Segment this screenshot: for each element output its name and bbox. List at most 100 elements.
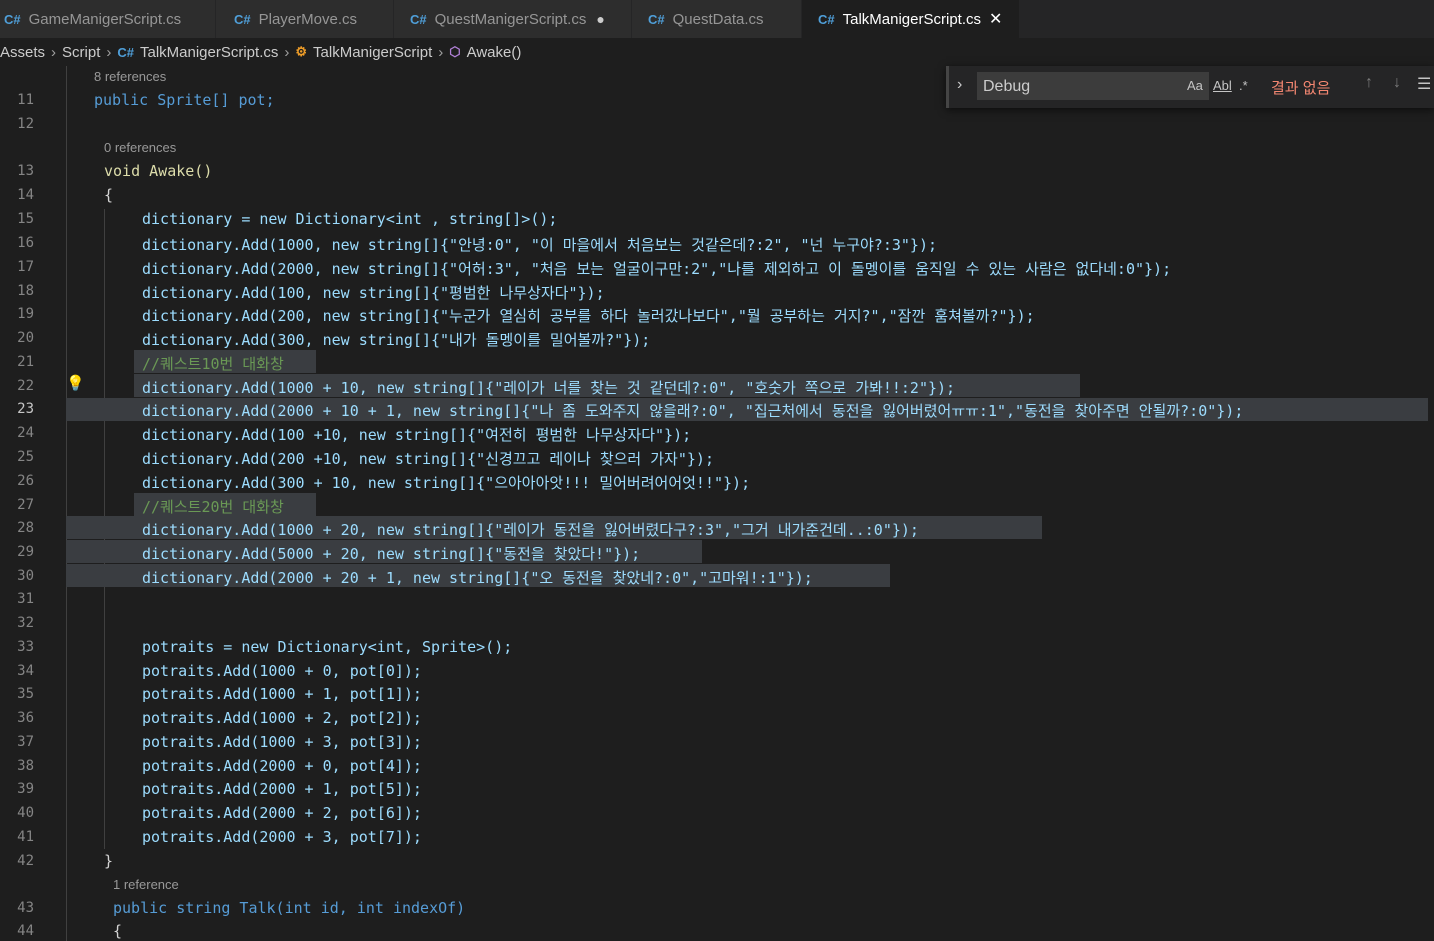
code-line[interactable]: dictionary.Add(1000 + 10, new string[]{"… (142, 377, 955, 398)
code-comment[interactable]: //퀘스트20번 대화창 (142, 496, 284, 517)
code-line[interactable]: void Awake() (104, 162, 212, 180)
breadcrumb-item-file[interactable]: TalkManigerScript.cs (140, 44, 278, 61)
code-line[interactable]: potraits.Add(2000 + 1, pot[5]); (142, 780, 422, 798)
arrow-up-icon[interactable]: ↑ (1365, 74, 1373, 92)
find-widget: › Debug Aa Abl .* 결과 없음 ↑ ↓ ☰ (946, 66, 1434, 108)
breadcrumb-item-script[interactable]: Script (62, 44, 100, 61)
line-number: 23 (17, 401, 34, 417)
code-line[interactable]: potraits.Add(2000 + 3, pot[7]); (142, 828, 422, 846)
line-number: 43 (17, 900, 34, 916)
code-line[interactable]: { (104, 186, 113, 204)
tab-gamemanigerscript[interactable]: C# GameManigerScript.cs (0, 0, 216, 38)
tab-label: QuestData.cs (672, 10, 764, 28)
lightbulb-icon[interactable]: 💡 (66, 374, 85, 394)
code-line[interactable]: dictionary.Add(2000 + 20 + 1, new string… (142, 567, 813, 588)
match-case-icon[interactable]: Aa (1187, 78, 1203, 93)
code-line[interactable]: potraits.Add(1000 + 1, pot[1]); (142, 685, 422, 703)
find-query: Debug (983, 78, 1031, 95)
line-number: 30 (17, 568, 34, 584)
line-number: 38 (17, 758, 34, 774)
line-number: 37 (17, 734, 34, 750)
csharp-file-icon: C# (117, 44, 134, 60)
code-line[interactable]: potraits = new Dictionary<int, Sprite>()… (142, 638, 512, 656)
line-number: 33 (17, 639, 34, 655)
line-number: 28 (17, 520, 34, 536)
line-number: 29 (17, 544, 34, 560)
code-line[interactable]: } (104, 852, 113, 870)
chevron-right-icon[interactable]: › (957, 76, 962, 94)
tab-questmanigerscript[interactable]: C# QuestManigerScript.cs ● (394, 0, 632, 38)
line-number: 36 (17, 710, 34, 726)
code-line[interactable]: potraits.Add(1000 + 3, pot[3]); (142, 733, 422, 751)
code-line[interactable]: { (113, 922, 122, 940)
line-number: 19 (17, 306, 34, 322)
tab-talkmanigerscript[interactable]: C# TalkManigerScript.cs ✕ (802, 0, 1020, 38)
chevron-right-icon: › (438, 43, 444, 61)
code-line[interactable]: dictionary.Add(2000 + 10 + 1, new string… (142, 400, 1243, 421)
breadcrumb-item-assets[interactable]: Assets (0, 44, 45, 61)
line-number: 13 (17, 163, 34, 179)
regex-icon[interactable]: .* (1239, 78, 1248, 93)
tab-playermove[interactable]: C# PlayerMove.cs (216, 0, 394, 38)
line-number: 35 (17, 686, 34, 702)
code-line[interactable]: dictionary.Add(200, new string[]{"누군가 열심… (142, 305, 1035, 326)
csharp-file-icon: C# (4, 11, 21, 27)
method-icon: ⬡ (449, 44, 461, 59)
code-line[interactable]: dictionary.Add(100 +10, new string[]{"여전… (142, 424, 691, 445)
breadcrumb-item-method[interactable]: Awake() (467, 44, 522, 61)
code-line[interactable]: dictionary.Add(2000, new string[]{"어허:3"… (142, 258, 1171, 279)
code-line[interactable]: potraits.Add(2000 + 2, pot[6]); (142, 804, 422, 822)
tab-label: PlayerMove.cs (258, 10, 357, 28)
codelens-references[interactable]: 1 reference (113, 877, 179, 892)
unsaved-dot-icon[interactable]: ● (596, 11, 604, 27)
line-number: 31 (17, 591, 34, 607)
breadcrumb-item-class[interactable]: TalkManigerScript (313, 44, 432, 61)
codelens-references[interactable]: 8 references (94, 69, 166, 84)
line-number: 21 (17, 354, 34, 370)
tab-label: QuestManigerScript.cs (434, 10, 587, 28)
line-number: 20 (17, 330, 34, 346)
code-line[interactable]: dictionary.Add(100, new string[]{"평범한 나무… (142, 282, 605, 303)
class-icon: ⚙ (295, 44, 308, 59)
arrow-down-icon[interactable]: ↓ (1393, 74, 1401, 92)
breadcrumb: Assets › Script › C# TalkManigerScript.c… (0, 38, 1434, 66)
code-line[interactable]: dictionary.Add(5000 + 20, new string[]{"… (142, 543, 640, 564)
tab-questdata[interactable]: C# QuestData.cs (632, 0, 802, 38)
editor-tab-bar: C# GameManigerScript.cs C# PlayerMove.cs… (0, 0, 1434, 38)
line-number: 34 (17, 663, 34, 679)
code-line[interactable]: potraits.Add(1000 + 0, pot[0]); (142, 662, 422, 680)
line-number: 18 (17, 283, 34, 299)
code-line[interactable]: public string Talk(int id, int indexOf) (113, 899, 465, 917)
close-icon[interactable]: ✕ (989, 9, 1002, 29)
match-whole-word-icon[interactable]: Abl (1213, 78, 1232, 93)
code-line[interactable]: dictionary = new Dictionary<int , string… (142, 210, 557, 228)
code-line[interactable]: dictionary.Add(1000 + 20, new string[]{"… (142, 519, 919, 540)
csharp-file-icon: C# (648, 11, 665, 27)
code-line[interactable]: dictionary.Add(200 +10, new string[]{"신경… (142, 448, 714, 469)
chevron-right-icon: › (106, 43, 112, 61)
line-number: 24 (17, 425, 34, 441)
csharp-file-icon: C# (234, 11, 251, 27)
line-number: 26 (17, 473, 34, 489)
codelens-references[interactable]: 0 references (104, 140, 176, 155)
code-comment[interactable]: //퀘스트10번 대화창 (142, 353, 284, 374)
find-in-selection-icon[interactable]: ☰ (1417, 74, 1431, 94)
indent-guide (66, 66, 67, 941)
find-input[interactable]: Debug (977, 72, 1209, 100)
csharp-file-icon: C# (410, 11, 427, 27)
line-number: 16 (17, 235, 34, 251)
line-number: 14 (17, 187, 34, 203)
code-line[interactable]: dictionary.Add(300 + 10, new string[]{"으… (142, 472, 750, 493)
line-number: 39 (17, 781, 34, 797)
code-line[interactable]: dictionary.Add(1000, new string[]{"안녕:0"… (142, 234, 937, 255)
find-result-status: 결과 없음 (1271, 80, 1331, 97)
code-editor[interactable]: 8 references 0 references 1 reference 💡 … (0, 66, 1434, 941)
line-number: 27 (17, 497, 34, 513)
code-line[interactable]: potraits.Add(2000 + 0, pot[4]); (142, 757, 422, 775)
code-line[interactable]: potraits.Add(1000 + 2, pot[2]); (142, 709, 422, 727)
line-number: 17 (17, 259, 34, 275)
line-number: 40 (17, 805, 34, 821)
line-number: 22 (17, 378, 34, 394)
code-line[interactable]: public Sprite[] pot; (94, 91, 275, 109)
code-line[interactable]: dictionary.Add(300, new string[]{"내가 돌멩이… (142, 329, 650, 350)
